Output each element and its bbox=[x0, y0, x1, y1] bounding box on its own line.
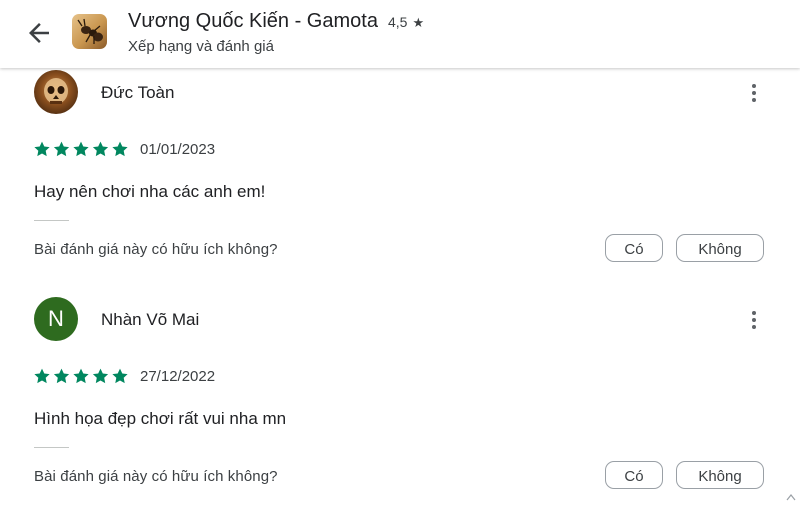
rating-value: 4,5 bbox=[388, 14, 408, 30]
review-text: Hình họa đẹp chơi rất vui nha mn bbox=[34, 409, 287, 428]
review-date: 27/12/2022 bbox=[140, 368, 216, 385]
star-icon bbox=[53, 141, 70, 157]
app-title: Vương Quốc Kiến - Gamota bbox=[128, 10, 378, 32]
divider bbox=[34, 220, 69, 221]
app-header: Vương Quốc Kiến - Gamota 4,5 ★ Xếp hạng v… bbox=[0, 0, 800, 68]
star-icon bbox=[73, 368, 89, 384]
helpful-question: Bài đánh giá này có hữu ích không? bbox=[34, 241, 278, 258]
star-icon bbox=[92, 368, 109, 384]
star-icon bbox=[112, 368, 128, 384]
back-arrow-icon[interactable] bbox=[24, 18, 54, 48]
star-icon: ★ bbox=[412, 15, 425, 30]
divider bbox=[34, 447, 69, 448]
star-icon bbox=[34, 368, 50, 384]
app-icon bbox=[72, 14, 107, 49]
avatar: N bbox=[34, 297, 78, 341]
page-subtitle: Xếp hạng và đánh giá bbox=[128, 38, 274, 55]
review-date: 01/01/2023 bbox=[140, 141, 216, 158]
star-rating bbox=[34, 368, 130, 384]
review-author: Đức Toàn bbox=[101, 83, 175, 102]
scroll-up-icon[interactable] bbox=[785, 492, 797, 504]
helpful-question: Bài đánh giá này có hữu ích không? bbox=[34, 468, 278, 485]
helpful-yes-button[interactable]: Có bbox=[605, 234, 663, 262]
helpful-yes-button[interactable]: Có bbox=[605, 461, 663, 489]
star-rating bbox=[34, 141, 130, 157]
star-icon bbox=[53, 368, 70, 384]
app-rating: 4,5 ★ bbox=[388, 14, 424, 31]
helpful-no-button[interactable]: Không bbox=[676, 461, 764, 489]
star-icon bbox=[92, 141, 109, 157]
star-icon bbox=[34, 141, 50, 157]
more-vert-icon[interactable] bbox=[742, 308, 766, 332]
review-text: Hay nên chơi nha các anh em! bbox=[34, 182, 266, 201]
helpful-no-button[interactable]: Không bbox=[676, 234, 764, 262]
star-icon bbox=[73, 141, 89, 157]
review-author: Nhàn Võ Mai bbox=[101, 310, 200, 329]
avatar bbox=[34, 70, 78, 114]
more-vert-icon[interactable] bbox=[742, 81, 766, 105]
star-icon bbox=[112, 141, 128, 157]
